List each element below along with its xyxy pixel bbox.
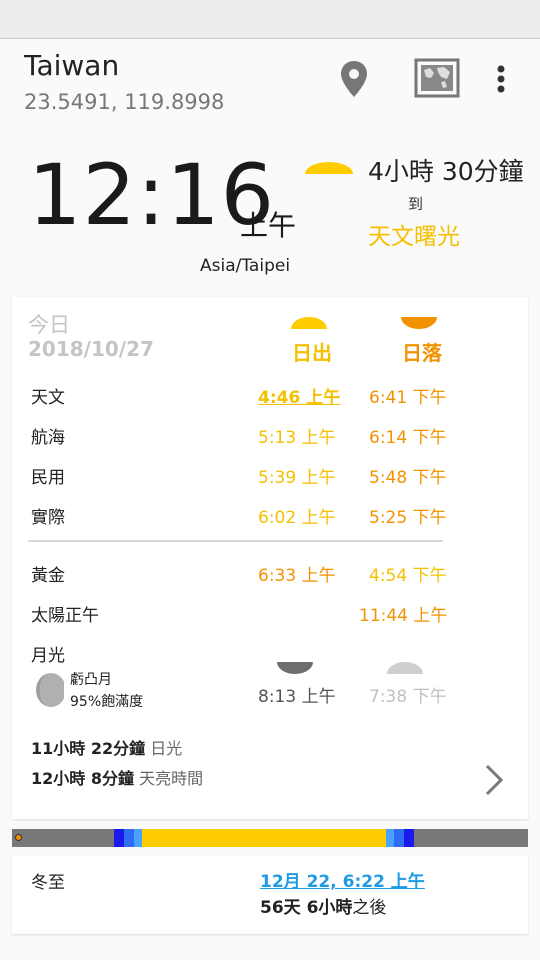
location-name[interactable]: Taiwan <box>24 49 119 82</box>
moonset-icon <box>386 660 424 679</box>
chevron-right-icon[interactable] <box>482 762 506 802</box>
actual-sunrise-time[interactable]: 6:02 上午 <box>258 503 336 528</box>
row-label-solar-noon: 太陽正午 <box>31 606 99 626</box>
daylight-label: 日光 <box>150 739 183 758</box>
twilight-value: 12小時 8分鐘 <box>31 769 134 788</box>
dawn-icon <box>304 160 354 179</box>
day-label: 今日 <box>28 313 70 337</box>
row-label-astronomical: 天文 <box>31 388 65 408</box>
sunrise-icon <box>290 315 328 334</box>
solar-noon-time[interactable]: 11:44 上午 <box>359 601 447 626</box>
day-date: 2018/10/27 <box>28 337 154 361</box>
timeline-now-marker <box>15 834 22 841</box>
astronomical-dusk-time[interactable]: 6:41 下午 <box>369 383 447 408</box>
row-label-golden: 黃金 <box>31 566 65 586</box>
location-coordinates[interactable]: 23.5491, 119.8998 <box>24 90 224 114</box>
sun-times-card: 今日 2018/10/27 日出 日落 天文 4:46 上午 6:41 下午 航… <box>12 297 528 819</box>
main-content: 12:16 上午 Asia/Taipei 4小時 30分鐘 到 天文曙光 今日 … <box>0 122 540 960</box>
more-vert-icon[interactable] <box>495 65 507 99</box>
timeline-astronomical-evening <box>404 829 414 847</box>
row-label-nautical: 航海 <box>31 428 65 448</box>
row-label-moon: 月光 <box>31 646 65 666</box>
timeline-civil-morning <box>134 829 142 847</box>
timeline-civil-evening <box>386 829 394 847</box>
actual-sunset-time[interactable]: 5:25 下午 <box>369 503 447 528</box>
clock-ampm: 上午 <box>240 209 297 242</box>
location-pin-icon[interactable] <box>339 59 369 103</box>
season-until-value: 56天 6小時 <box>260 898 353 918</box>
moon-phase-icon <box>34 672 66 712</box>
timeline-daylight <box>142 829 386 847</box>
civil-dusk-time[interactable]: 5:48 下午 <box>369 463 447 488</box>
sunset-icon <box>400 315 438 334</box>
season-card: 冬至 12月 22, 6:22 上午 56天 6小時之後 <box>12 856 528 934</box>
twilight-label: 天亮時間 <box>139 769 204 788</box>
moonrise-icon <box>276 660 314 679</box>
timeline-nautical-morning <box>124 829 134 847</box>
map-icon[interactable] <box>414 58 460 102</box>
season-until-suffix: 之後 <box>352 898 387 918</box>
moon-illumination: 95%飽滿度 <box>70 694 144 710</box>
next-event-name[interactable]: 天文曙光 <box>368 217 460 251</box>
season-label: 冬至 <box>31 873 65 893</box>
moon-phase-name: 虧凸月 <box>70 672 112 688</box>
clock-timezone[interactable]: Asia/Taipei <box>200 256 290 276</box>
golden-evening-time[interactable]: 4:54 下午 <box>369 561 447 586</box>
sunrise-header: 日出 <box>292 341 332 365</box>
row-label-civil: 民用 <box>31 468 65 488</box>
season-date-link[interactable]: 12月 22, 6:22 上午 <box>260 867 425 892</box>
golden-morning-time[interactable]: 6:33 上午 <box>258 561 336 586</box>
moonset-time[interactable]: 7:38 下午 <box>369 682 447 707</box>
twilight-summary: 12小時 8分鐘 天亮時間 <box>31 765 203 789</box>
status-bar <box>0 0 540 39</box>
astronomical-dawn-time[interactable]: 4:46 上午 <box>258 383 340 408</box>
next-event-duration[interactable]: 4小時 30分鐘 <box>368 152 524 188</box>
nautical-dusk-time[interactable]: 6:14 下午 <box>369 423 447 448</box>
season-countdown: 56天 6小時之後 <box>260 893 386 918</box>
moonrise-time[interactable]: 8:13 上午 <box>258 682 336 707</box>
timeline-nautical-evening <box>394 829 404 847</box>
toolbar: Taiwan 23.5491, 119.8998 <box>0 39 540 122</box>
next-event-to: 到 <box>408 195 424 213</box>
daylight-summary: 11小時 22分鐘 日光 <box>31 735 182 759</box>
clock-time: 12:16 <box>28 146 276 244</box>
daylight-timeline[interactable] <box>12 829 528 847</box>
daylight-value: 11小時 22分鐘 <box>31 739 146 758</box>
sunset-header: 日落 <box>402 341 442 365</box>
nautical-dawn-time[interactable]: 5:13 上午 <box>258 423 336 448</box>
row-label-actual: 實際 <box>31 508 65 528</box>
civil-dawn-time[interactable]: 5:39 上午 <box>258 463 336 488</box>
divider <box>28 540 443 542</box>
timeline-astronomical-morning <box>114 829 124 847</box>
